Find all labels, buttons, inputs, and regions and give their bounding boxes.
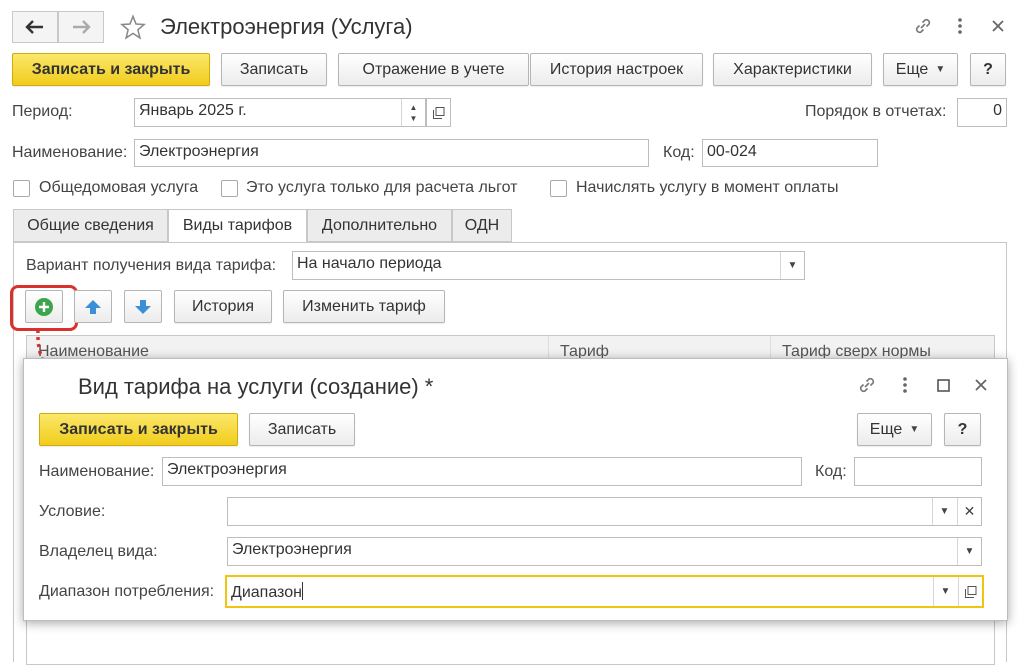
code-label: Код:	[663, 144, 695, 161]
variant-select[interactable]: На начало периода ▼	[292, 251, 805, 280]
common-service-checkbox[interactable]	[13, 180, 30, 197]
stepper-up-icon: ▲	[409, 102, 418, 112]
save-close-button[interactable]: Записать и закрыть	[12, 53, 210, 86]
arrow-down-icon	[135, 299, 151, 314]
forward-button[interactable]	[58, 11, 104, 43]
tab-odn[interactable]: ОДН	[452, 209, 512, 242]
payment-checkbox[interactable]	[550, 180, 567, 197]
more-button[interactable]: Еще ▼	[883, 53, 958, 86]
close-icon[interactable]	[969, 373, 993, 397]
text-cursor	[301, 582, 303, 600]
name-label: Наименование:	[12, 144, 128, 161]
close-icon[interactable]	[986, 14, 1010, 38]
stepper-down-icon: ▼	[409, 113, 418, 123]
code-field[interactable]: 00-024	[702, 139, 878, 167]
dialog-title: Вид тарифа на услуги (создание) *	[78, 374, 434, 399]
chevron-down-icon[interactable]: ▼	[932, 498, 956, 525]
period-value: Январь 2025 г.	[139, 102, 247, 119]
help-button[interactable]: ?	[970, 53, 1006, 86]
range-value: Диапазон	[231, 584, 302, 601]
dialog-save-close-button[interactable]: Записать и закрыть	[39, 413, 238, 446]
order-label: Порядок в отчетах:	[805, 103, 947, 120]
link-icon[interactable]	[855, 373, 879, 397]
benefits-label: Это услуга только для расчета льгот	[246, 179, 518, 196]
period-stepper[interactable]: ▲ ▼	[401, 99, 425, 126]
move-down-button[interactable]	[124, 290, 162, 323]
dialog-code-field[interactable]	[854, 457, 982, 486]
dialog-help-button[interactable]: ?	[944, 413, 981, 446]
tariff-type-dialog: Вид тарифа на услуги (создание) * Записа…	[23, 358, 1008, 621]
dialog-name-label: Наименование:	[39, 463, 155, 480]
chevron-down-icon: ▼	[935, 64, 946, 75]
owner-label: Владелец вида:	[39, 543, 158, 560]
more-icon[interactable]	[893, 373, 917, 397]
more-label: Еще	[895, 60, 929, 78]
name-field[interactable]: Электроэнергия	[134, 139, 649, 167]
tab-general[interactable]: Общие сведения	[13, 209, 168, 242]
open-window-icon	[433, 107, 445, 119]
dialog-name-field[interactable]: Электроэнергия	[162, 457, 802, 486]
owner-value: Электроэнергия	[232, 541, 352, 558]
forward-arrow-icon	[73, 20, 91, 34]
period-label: Период:	[12, 103, 73, 120]
link-icon[interactable]	[911, 14, 935, 38]
dialog-save-button[interactable]: Записать	[249, 413, 355, 446]
move-up-button[interactable]	[74, 290, 112, 323]
range-label: Диапазон потребления:	[39, 583, 215, 600]
maximize-icon[interactable]	[931, 373, 955, 397]
chevron-down-icon: ▼	[909, 424, 920, 435]
dialog-code-label: Код:	[815, 463, 847, 480]
plus-circle-icon	[35, 297, 53, 316]
reflection-button[interactable]: Отражение в учете	[338, 53, 529, 86]
chevron-down-icon[interactable]: ▼	[957, 538, 981, 565]
range-select[interactable]: Диапазон ▼	[225, 575, 984, 608]
benefits-checkbox[interactable]	[221, 180, 238, 197]
clear-icon[interactable]: ✕	[957, 498, 981, 525]
change-tariff-button[interactable]: Изменить тариф	[283, 290, 445, 323]
tab-additional[interactable]: Дополнительно	[307, 209, 452, 242]
chevron-down-icon[interactable]: ▼	[933, 577, 957, 606]
arrow-up-icon	[85, 299, 101, 314]
common-service-label: Общедомовая услуга	[39, 179, 199, 196]
dialog-more-button[interactable]: Еще ▼	[857, 413, 932, 446]
back-arrow-icon	[25, 20, 43, 34]
open-window-icon[interactable]	[958, 577, 982, 606]
owner-select[interactable]: Электроэнергия ▼	[227, 537, 982, 566]
variant-label: Вариант получения вида тарифа:	[26, 257, 277, 274]
condition-label: Условие:	[39, 503, 106, 520]
characteristics-button[interactable]: Характеристики	[713, 53, 872, 86]
chevron-down-icon: ▼	[780, 252, 804, 279]
window-title: Электроэнергия (Услуга)	[160, 14, 413, 39]
order-field[interactable]: 0	[957, 98, 1007, 127]
settings-history-button[interactable]: История настроек	[530, 53, 703, 86]
payment-label: Начислять услугу в момент оплаты	[576, 179, 839, 196]
condition-select[interactable]: ▼ ✕	[227, 497, 982, 526]
add-button[interactable]	[25, 290, 63, 323]
dialog-more-label: Еще	[869, 420, 903, 438]
back-button[interactable]	[12, 11, 58, 43]
more-icon[interactable]	[948, 14, 972, 38]
period-open-button[interactable]	[426, 98, 451, 127]
history-button[interactable]: История	[174, 290, 272, 323]
period-field[interactable]: Январь 2025 г. ▲ ▼	[134, 98, 426, 127]
tab-tariff-types[interactable]: Виды тарифов	[168, 209, 307, 243]
favorite-star-icon[interactable]	[118, 13, 148, 43]
save-button[interactable]: Записать	[221, 53, 327, 86]
variant-value: На начало периода	[297, 255, 442, 272]
